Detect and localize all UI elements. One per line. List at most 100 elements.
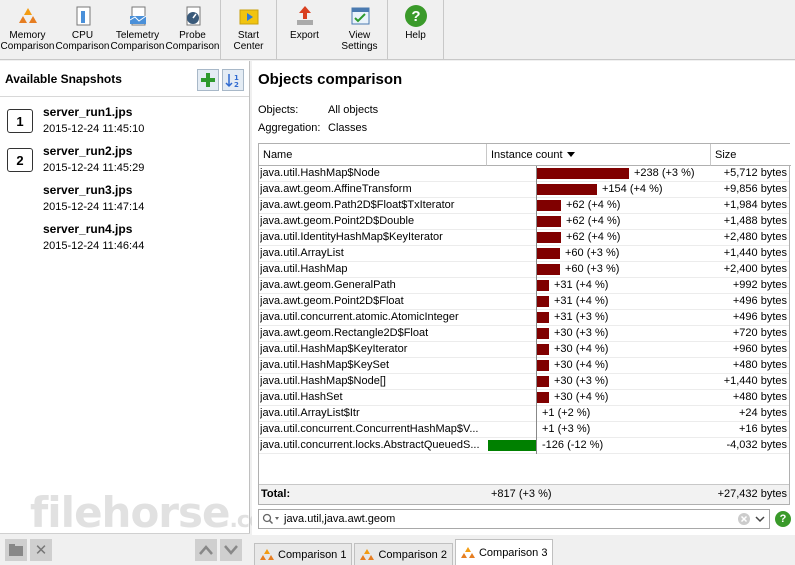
table-body: java.util.HashMap$Node +238 (+3 %) +5,712 …	[259, 166, 789, 454]
instance-delta-bar	[537, 344, 549, 355]
class-name-cell: java.util.concurrent.ConcurrentHashMap$V…	[260, 423, 479, 435]
snapshot-name: server_run1.jps	[43, 105, 133, 119]
class-name-cell: java.util.concurrent.atomic.AtomicIntege…	[260, 311, 459, 323]
total-size: +27,432 bytes	[717, 488, 787, 500]
instance-delta-bar	[537, 280, 549, 291]
objects-value[interactable]: All objects	[328, 104, 378, 116]
instance-count-cell: -126 (-12 %)	[542, 439, 604, 451]
tab-comparison-3[interactable]: Comparison 3	[454, 539, 554, 565]
snapshots-header: Available Snapshots 12	[0, 61, 249, 97]
probe-comparison-button[interactable]: Probe Comparison	[165, 0, 220, 58]
instance-delta-bar	[537, 328, 549, 339]
table-row[interactable]: java.awt.geom.Point2D$Float +31 (+4 %) +49…	[259, 294, 789, 310]
instance-delta-bar	[537, 168, 629, 179]
view-settings-button[interactable]: View Settings	[332, 0, 387, 58]
instance-count-cell: +154 (+4 %)	[602, 183, 663, 195]
size-cell: +16 bytes	[738, 423, 787, 435]
instance-delta-bar	[488, 440, 536, 451]
filter-help-button[interactable]: ?	[775, 511, 791, 527]
class-name-cell: java.util.concurrent.locks.AbstractQueue…	[260, 439, 480, 451]
export-button[interactable]: Export	[277, 0, 332, 58]
clear-icon[interactable]	[737, 512, 751, 526]
class-name-cell: java.awt.geom.Point2D$Float	[260, 295, 404, 307]
size-cell: +1,984 bytes	[723, 199, 787, 211]
class-name-cell: java.util.HashMap$KeySet	[260, 359, 390, 371]
table-row[interactable]: java.util.HashSet +30 (+4 %) +480 bytes	[259, 390, 789, 406]
filter-input[interactable]: java.util,java.awt.geom	[258, 509, 770, 529]
snapshot-item[interactable]: 2 server_run2.jps 2015-12-24 11:45:29	[0, 140, 250, 178]
objects-table: Name Instance count Size java.util.HashM…	[258, 143, 791, 505]
comparison-panel: Objects comparison Objects: All objects …	[252, 61, 795, 565]
move-down-button[interactable]	[220, 538, 242, 561]
tools-toolbar-group: Export View Settings	[277, 0, 388, 60]
table-row[interactable]: java.util.ArrayList +60 (+3 %) +1,440 byte…	[259, 246, 789, 262]
move-up-button[interactable]	[195, 538, 217, 561]
class-name-cell: java.util.HashMap	[260, 263, 348, 275]
snapshot-item[interactable]: server_run3.jps 2015-12-24 11:47:14	[0, 179, 250, 217]
instance-count-cell: +60 (+3 %)	[565, 247, 620, 259]
open-snapshot-button[interactable]	[5, 538, 27, 561]
table-row[interactable]: java.awt.geom.GeneralPath +31 (+4 %) +992 …	[259, 278, 789, 294]
svg-text:?: ?	[411, 8, 420, 25]
table-row[interactable]: java.util.HashMap +60 (+3 %) +2,400 bytes	[259, 262, 789, 278]
cpu-comparison-button[interactable]: CPU Comparison	[55, 0, 110, 58]
instance-count-cell: +31 (+3 %)	[554, 311, 609, 323]
table-row[interactable]: java.util.HashMap$Node +238 (+3 %) +5,712 …	[259, 166, 789, 182]
snapshots-footer: ✕	[0, 533, 250, 565]
class-name-cell: java.awt.geom.Rectangle2D$Float	[260, 327, 429, 339]
memory-comparison-button[interactable]: Memory Comparison	[0, 0, 55, 58]
snapshots-title: Available Snapshots	[5, 71, 122, 86]
size-cell: +496 bytes	[732, 311, 787, 323]
instance-count-cell: +31 (+4 %)	[554, 279, 609, 291]
class-name-cell: java.util.ArrayList	[260, 247, 344, 259]
add-snapshot-button[interactable]	[197, 69, 219, 91]
size-cell: +1,440 bytes	[723, 375, 787, 387]
snapshot-item[interactable]: 1 server_run1.jps 2015-12-24 11:45:10	[0, 101, 250, 139]
instance-count-cell: +60 (+3 %)	[565, 263, 620, 275]
class-name-cell: java.util.HashMap$Node[]	[260, 375, 386, 387]
remove-snapshot-button[interactable]: ✕	[30, 538, 52, 561]
column-header-size[interactable]: Size	[711, 144, 791, 166]
table-row[interactable]: java.util.concurrent.atomic.AtomicIntege…	[259, 310, 789, 326]
snapshot-item[interactable]: server_run4.jps 2015-12-24 11:46:44	[0, 218, 250, 256]
instance-count-cell: +62 (+4 %)	[566, 215, 621, 227]
table-row[interactable]: java.util.HashMap$KeySet +30 (+4 %) +480 b…	[259, 358, 789, 374]
size-cell: +720 bytes	[732, 327, 787, 339]
table-row[interactable]: java.awt.geom.Path2D$Float$TxIterator +62…	[259, 198, 789, 214]
size-cell: +1,488 bytes	[723, 215, 787, 227]
filter-text: java.util,java.awt.geom	[284, 513, 396, 525]
telemetry-comparison-button[interactable]: Telemetry Comparison	[110, 0, 165, 58]
folder-icon	[9, 543, 23, 556]
table-row[interactable]: java.util.HashMap$Node[] +30 (+3 %) +1,440…	[259, 374, 789, 390]
sort-snapshots-button[interactable]: 12	[222, 69, 244, 91]
instance-delta-bar	[537, 216, 561, 227]
class-name-cell: java.util.ArrayList$Itr	[260, 407, 360, 419]
table-row[interactable]: java.awt.geom.Point2D$Double +62 (+4 %) +1…	[259, 214, 789, 230]
tab-comparison-2[interactable]: Comparison 2	[354, 543, 453, 565]
total-row: Total: +817 (+3 %) +27,432 bytes	[259, 484, 789, 504]
help-button[interactable]: ? Help	[388, 0, 443, 58]
instance-count-cell: +30 (+4 %)	[554, 359, 609, 371]
chevron-down-icon[interactable]	[755, 515, 765, 523]
table-row[interactable]: java.util.IdentityHashMap$KeyIterator +62…	[259, 230, 789, 246]
table-row[interactable]: java.util.HashMap$KeyIterator +30 (+4 %) +…	[259, 342, 789, 358]
table-row[interactable]: java.util.concurrent.ConcurrentHashMap$V…	[259, 422, 789, 438]
tab-comparison-1[interactable]: Comparison 1	[254, 543, 353, 565]
table-row[interactable]: java.awt.geom.AffineTransform +154 (+4 %)…	[259, 182, 789, 198]
table-row[interactable]: java.awt.geom.Rectangle2D$Float +30 (+3 %…	[259, 326, 789, 342]
instance-count-cell: +30 (+4 %)	[554, 343, 609, 355]
table-row[interactable]: java.util.ArrayList$Itr +1 (+2 %) +24 byte…	[259, 406, 789, 422]
column-header-name[interactable]: Name	[259, 144, 487, 166]
aggregation-value[interactable]: Classes	[328, 122, 367, 134]
toolbar: Memory Comparison CPU Comparison Telemet…	[0, 0, 795, 60]
column-header-instance-count[interactable]: Instance count	[487, 144, 711, 166]
telemetry-comparison-icon	[126, 4, 150, 28]
snapshot-name: server_run2.jps	[43, 144, 133, 158]
start-center-button[interactable]: Start Center	[221, 0, 276, 58]
instance-count-cell: +31 (+4 %)	[554, 295, 609, 307]
instance-count-cell: +1 (+3 %)	[542, 423, 591, 435]
snapshot-date: 2015-12-24 11:45:29	[43, 162, 145, 174]
size-cell: +496 bytes	[732, 295, 787, 307]
table-row[interactable]: java.util.concurrent.locks.AbstractQueue…	[259, 438, 789, 454]
objects-filter-row: Objects: All objects	[258, 104, 378, 116]
